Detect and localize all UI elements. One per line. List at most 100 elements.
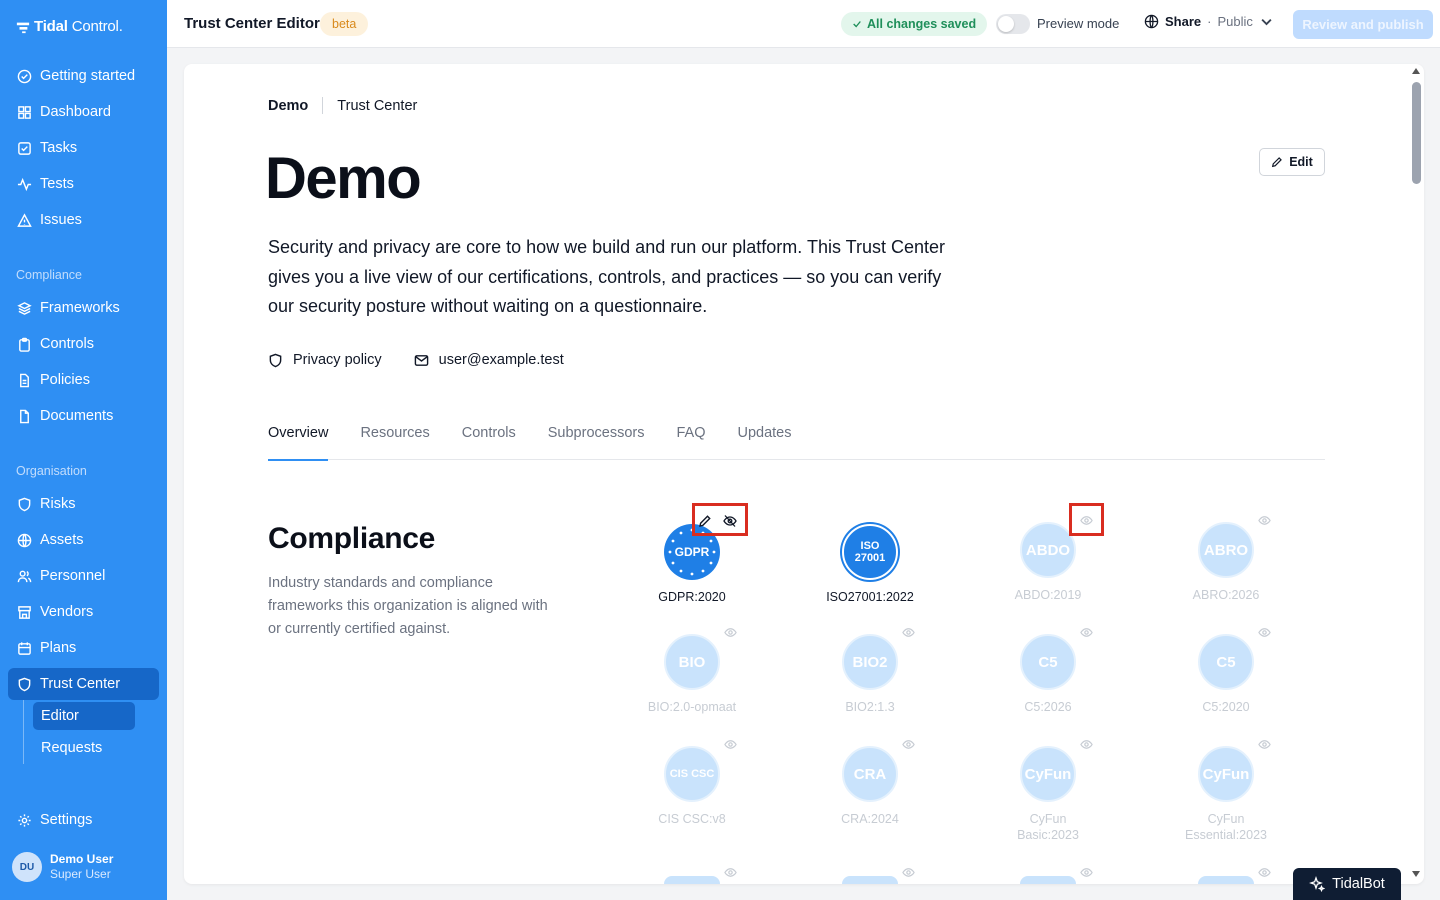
tab-updates[interactable]: Updates xyxy=(737,420,791,460)
nav-personnel[interactable]: Personnel xyxy=(8,560,159,592)
show-framework-button[interactable] xyxy=(1080,866,1093,879)
check-icon xyxy=(853,21,861,28)
show-framework-button[interactable] xyxy=(902,866,915,879)
avatar: DU xyxy=(12,852,42,882)
globe-icon xyxy=(17,533,32,547)
shield-icon xyxy=(18,677,31,691)
tab-resources[interactable]: Resources xyxy=(360,420,429,460)
show-framework-button[interactable] xyxy=(724,866,737,879)
show-framework-button[interactable] xyxy=(1258,514,1271,527)
nav-label: Policies xyxy=(40,372,90,388)
chevron-down-icon xyxy=(1261,18,1272,26)
checkbox-icon xyxy=(18,141,31,155)
show-framework-button[interactable] xyxy=(1258,738,1271,751)
nav-editor[interactable]: Editor xyxy=(33,702,135,730)
share-label: Share xyxy=(1165,14,1202,29)
breadcrumb: Demo Trust Center xyxy=(268,97,417,114)
nav-vendors[interactable]: Vendors xyxy=(8,596,159,628)
mail-icon xyxy=(414,354,428,366)
nav-plans[interactable]: Plans xyxy=(8,632,159,664)
brand-light: Control. xyxy=(71,18,123,35)
tab-overview[interactable]: Overview xyxy=(268,420,329,461)
framework-label: C5:2026 xyxy=(1024,700,1072,714)
framework-abro[interactable]: ABRO ABRO:2026 xyxy=(1156,522,1296,603)
sparkles-icon xyxy=(1309,876,1326,892)
tidalbot-button[interactable]: TidalBot xyxy=(1293,868,1401,900)
edit-framework-button[interactable] xyxy=(698,514,712,528)
framework-badge-partial xyxy=(1020,876,1076,884)
save-status-text: All changes saved xyxy=(867,17,977,31)
logo-icon xyxy=(16,22,30,33)
preview-toggle[interactable] xyxy=(996,14,1030,34)
eye-icon xyxy=(1258,516,1271,525)
framework-gdpr[interactable]: GDPR GDPR:2020 xyxy=(622,524,762,605)
nav-settings[interactable]: Settings xyxy=(8,804,159,836)
cyfun-badge: CyFun xyxy=(1198,746,1254,802)
globe-icon xyxy=(1144,14,1159,29)
pencil-icon xyxy=(1272,157,1283,168)
tab-subprocessors[interactable]: Subprocessors xyxy=(548,420,645,460)
nav-tests[interactable]: Tests xyxy=(8,168,159,200)
nav-policies[interactable]: Policies xyxy=(8,364,159,396)
framework-bio2[interactable]: BIO2 BIO2:1.3 xyxy=(800,634,940,715)
framework-cra[interactable]: CRA CRA:2024 xyxy=(800,746,940,827)
c5-badge: C5 xyxy=(1198,634,1254,690)
nav-documents[interactable]: Documents xyxy=(8,400,159,432)
eye-off-icon xyxy=(723,515,737,527)
nav-label: Trust Center xyxy=(40,676,121,692)
framework-cis-csc[interactable]: CIS CSC CIS CSC:v8 xyxy=(622,746,762,827)
show-framework-button[interactable] xyxy=(902,626,915,639)
clipboard-icon xyxy=(19,337,30,352)
user-menu[interactable]: DU Demo User Super User xyxy=(12,852,113,882)
show-framework-button[interactable] xyxy=(902,738,915,751)
c5-badge: C5 xyxy=(1020,634,1076,690)
nav-tasks[interactable]: Tasks xyxy=(8,132,159,164)
tab-faq[interactable]: FAQ xyxy=(676,420,705,460)
show-framework-button[interactable] xyxy=(1080,626,1093,639)
show-framework-button[interactable] xyxy=(724,738,737,751)
nav-dashboard[interactable]: Dashboard xyxy=(8,96,159,128)
brand-logo[interactable]: Tidal Control. xyxy=(16,18,123,35)
framework-bio[interactable]: BIO BIO:2.0-opmaat xyxy=(622,634,762,715)
scroll-up-arrow[interactable] xyxy=(1412,68,1420,74)
tab-controls[interactable]: Controls xyxy=(462,420,516,460)
eye-icon xyxy=(902,868,915,877)
framework-label: C5:2020 xyxy=(1202,700,1250,714)
show-framework-button[interactable] xyxy=(1080,738,1093,751)
email-link[interactable]: user@example.test xyxy=(414,352,564,368)
nav-requests[interactable]: Requests xyxy=(33,734,135,762)
framework-iso27001[interactable]: ISO 27001 ISO27001:2022 xyxy=(800,524,940,605)
nav-getting-started[interactable]: Getting started xyxy=(8,60,159,92)
edit-header-button[interactable]: Edit xyxy=(1259,148,1325,176)
nav-controls[interactable]: Controls xyxy=(8,328,159,360)
framework-c5-2020[interactable]: C5 C5:2020 xyxy=(1156,634,1296,715)
email-label: user@example.test xyxy=(438,352,564,368)
show-framework-button[interactable] xyxy=(1258,626,1271,639)
framework-cyfun-essential[interactable]: CyFun CyFun Essential:2023 xyxy=(1156,746,1296,843)
framework-label: BIO2:1.3 xyxy=(845,700,895,714)
nav-risks[interactable]: Risks xyxy=(8,488,159,520)
scrollbar[interactable] xyxy=(1409,64,1424,884)
contact-links: Privacy policy user@example.test xyxy=(268,352,564,368)
privacy-policy-link[interactable]: Privacy policy xyxy=(268,352,382,368)
brand-bold: Tidal xyxy=(34,18,68,35)
framework-label: ISO27001:2022 xyxy=(826,590,914,604)
nav-assets[interactable]: Assets xyxy=(8,524,159,556)
share-dropdown[interactable]: Share · Public xyxy=(1144,14,1274,29)
framework-c5-2026[interactable]: C5 C5:2026 xyxy=(978,634,1118,715)
section-tabs: Overview Resources Controls Subprocessor… xyxy=(268,420,1325,461)
scroll-down-arrow[interactable] xyxy=(1412,871,1420,877)
scroll-thumb[interactable] xyxy=(1412,82,1421,184)
nav-frameworks[interactable]: Frameworks xyxy=(8,292,159,324)
show-framework-button[interactable] xyxy=(724,626,737,639)
abdo-badge: ABDO xyxy=(1020,522,1076,578)
show-framework-button[interactable] xyxy=(1080,514,1093,527)
eye-icon xyxy=(724,628,737,637)
warning-icon xyxy=(17,212,32,227)
nav-trust-center[interactable]: Trust Center xyxy=(8,668,159,700)
review-publish-button[interactable]: Review and publish xyxy=(1293,10,1433,39)
hide-framework-button[interactable] xyxy=(723,514,737,528)
nav-issues[interactable]: Issues xyxy=(8,204,159,236)
show-framework-button[interactable] xyxy=(1258,866,1271,879)
framework-cyfun-basic[interactable]: CyFun CyFun Basic:2023 xyxy=(978,746,1118,843)
